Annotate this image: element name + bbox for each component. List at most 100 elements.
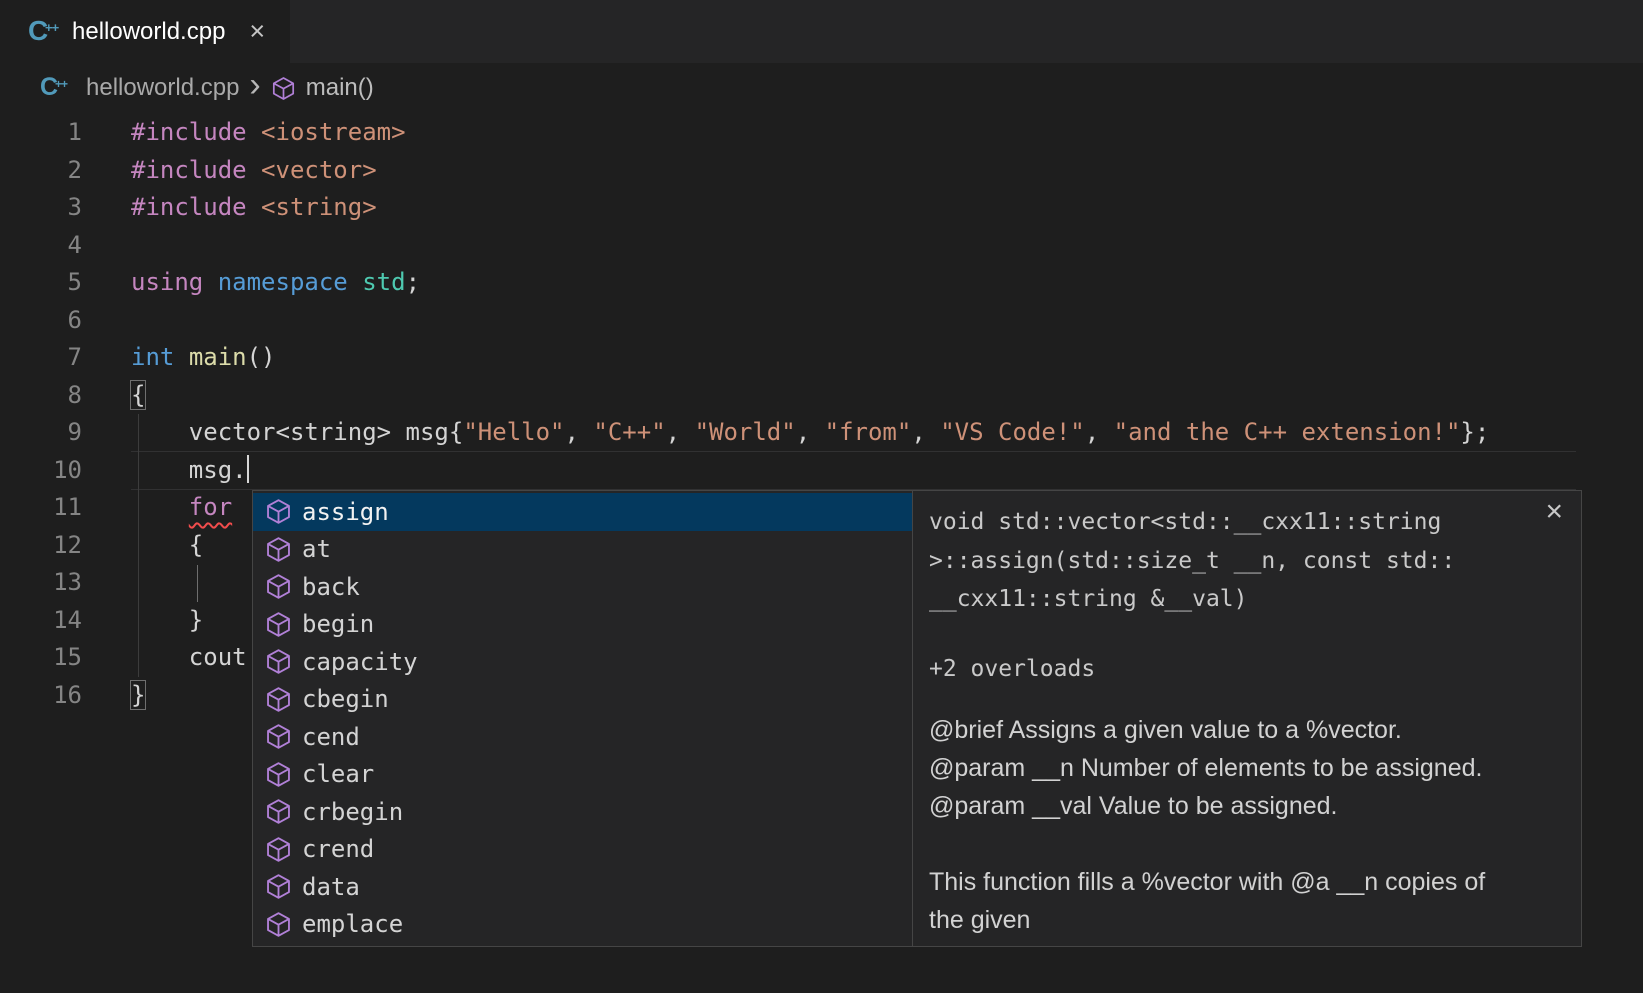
line-text xyxy=(82,564,131,602)
breadcrumb-symbol[interactable]: main() xyxy=(306,74,374,102)
line-number: 6 xyxy=(0,302,82,340)
method-cube-icon xyxy=(265,723,292,750)
signature-line: __cxx11::string &__val) xyxy=(929,580,1565,619)
line-text xyxy=(82,227,131,265)
line-text: for xyxy=(82,489,232,527)
text-cursor xyxy=(247,455,249,483)
line-number: 14 xyxy=(0,602,82,640)
line-number: 4 xyxy=(0,227,82,265)
suggest-item-clear[interactable]: clear xyxy=(253,756,912,794)
intellisense-suggest-widget: assign at back begin capacity cbegi xyxy=(252,490,1582,947)
cpp-file-icon: C++ xyxy=(28,16,60,48)
suggest-item-crbegin[interactable]: crbegin xyxy=(253,793,912,831)
line-number: 11 xyxy=(0,489,82,527)
suggest-item-assign[interactable]: assign xyxy=(253,493,912,531)
line-text: #include <string> xyxy=(82,189,377,227)
line-text: } xyxy=(82,602,203,640)
suggest-item-emplace[interactable]: emplace xyxy=(253,906,912,944)
suggest-item-label: cend xyxy=(302,723,360,751)
line-number: 8 xyxy=(0,377,82,415)
suggest-item-cbegin[interactable]: cbegin xyxy=(253,681,912,719)
method-cube-icon xyxy=(265,761,292,788)
code-line-5[interactable]: 5using namespace std; xyxy=(0,264,1489,302)
suggest-item-label: at xyxy=(302,535,331,563)
code-line-3[interactable]: 3#include <string> xyxy=(0,189,1489,227)
docs-signature: void std::vector<std::__cxx11::string>::… xyxy=(929,503,1565,619)
code-line-10[interactable]: 10 msg. xyxy=(0,452,1489,490)
line-text: #include <iostream> xyxy=(82,114,406,152)
suggest-item-label: cbegin xyxy=(302,685,389,713)
line-number: 16 xyxy=(0,677,82,715)
line-text: { xyxy=(82,527,203,565)
docs-body: @brief Assigns a given value to a %vecto… xyxy=(929,711,1565,939)
suggest-item-crend[interactable]: crend xyxy=(253,831,912,869)
doc-line: This function fills a %vector with @a __… xyxy=(929,863,1565,901)
line-text: using namespace std; xyxy=(82,264,420,302)
docs-overloads: +2 overloads xyxy=(929,656,1565,682)
code-line-7[interactable]: 7int main() xyxy=(0,339,1489,377)
suggest-item-cend[interactable]: cend xyxy=(253,718,912,756)
code-line-8[interactable]: 8{ xyxy=(0,377,1489,415)
doc-line: @param __val Value to be assigned. xyxy=(929,787,1565,825)
line-number: 12 xyxy=(0,527,82,565)
method-cube-icon xyxy=(265,648,292,675)
suggest-item-data[interactable]: data xyxy=(253,868,912,906)
tab-label: helloworld.cpp xyxy=(72,18,225,46)
suggest-item-label: crend xyxy=(302,835,374,863)
chevron-right-icon: › xyxy=(249,66,260,105)
line-number: 9 xyxy=(0,414,82,452)
line-number: 3 xyxy=(0,189,82,227)
line-number: 2 xyxy=(0,152,82,190)
suggest-item-label: begin xyxy=(302,610,374,638)
breadcrumb: C++ helloworld.cpp › main() xyxy=(0,63,1643,113)
method-cube-icon xyxy=(265,573,292,600)
method-cube-icon xyxy=(265,686,292,713)
line-number: 13 xyxy=(0,564,82,602)
line-number: 10 xyxy=(0,452,82,490)
signature-line: >::assign(std::size_t __n, const std:: xyxy=(929,542,1565,581)
method-cube-icon xyxy=(265,911,292,938)
suggest-item-at[interactable]: at xyxy=(253,531,912,569)
code-line-9[interactable]: 9 vector<string> msg{"Hello", "C++", "Wo… xyxy=(0,414,1489,452)
line-text: { xyxy=(82,377,145,415)
code-line-2[interactable]: 2#include <vector> xyxy=(0,152,1489,190)
method-cube-icon xyxy=(265,611,292,638)
line-text: cout xyxy=(82,639,247,677)
code-line-4[interactable]: 4 xyxy=(0,227,1489,265)
cpp-file-icon: C++ xyxy=(40,74,68,102)
doc-line xyxy=(929,825,1565,863)
doc-line: the given xyxy=(929,901,1565,939)
method-cube-icon xyxy=(271,76,296,101)
close-icon[interactable]: × xyxy=(1545,497,1563,527)
tab-helloworld-cpp[interactable]: C++ helloworld.cpp × xyxy=(0,0,290,63)
tab-close-icon[interactable]: × xyxy=(249,18,265,45)
suggest-item-label: back xyxy=(302,573,360,601)
method-cube-icon xyxy=(265,836,292,863)
code-line-6[interactable]: 6 xyxy=(0,302,1489,340)
line-text: #include <vector> xyxy=(82,152,377,190)
code-line-1[interactable]: 1#include <iostream> xyxy=(0,114,1489,152)
doc-line: @param __n Number of elements to be assi… xyxy=(929,749,1565,787)
suggest-item-capacity[interactable]: capacity xyxy=(253,643,912,681)
line-text: int main() xyxy=(82,339,276,377)
tab-strip: C++ helloworld.cpp × xyxy=(0,0,1643,63)
breadcrumb-file[interactable]: helloworld.cpp xyxy=(86,74,239,102)
suggest-item-label: emplace xyxy=(302,910,403,938)
suggest-item-begin[interactable]: begin xyxy=(253,606,912,644)
line-text: vector<string> msg{"Hello", "C++", "Worl… xyxy=(82,414,1489,452)
method-cube-icon xyxy=(265,498,292,525)
method-cube-icon xyxy=(265,798,292,825)
suggest-item-label: capacity xyxy=(302,648,418,676)
signature-line: void std::vector<std::__cxx11::string xyxy=(929,503,1565,542)
vscode-editor-window: C++ helloworld.cpp × C++ helloworld.cpp … xyxy=(0,0,1643,993)
suggest-item-label: clear xyxy=(302,760,374,788)
line-text xyxy=(82,302,131,340)
suggest-list[interactable]: assign at back begin capacity cbegi xyxy=(253,491,912,946)
line-number: 5 xyxy=(0,264,82,302)
method-cube-icon xyxy=(265,873,292,900)
line-number: 15 xyxy=(0,639,82,677)
suggest-item-back[interactable]: back xyxy=(253,568,912,606)
suggest-item-label: crbegin xyxy=(302,798,403,826)
suggest-item-label: assign xyxy=(302,498,389,526)
method-cube-icon xyxy=(265,536,292,563)
